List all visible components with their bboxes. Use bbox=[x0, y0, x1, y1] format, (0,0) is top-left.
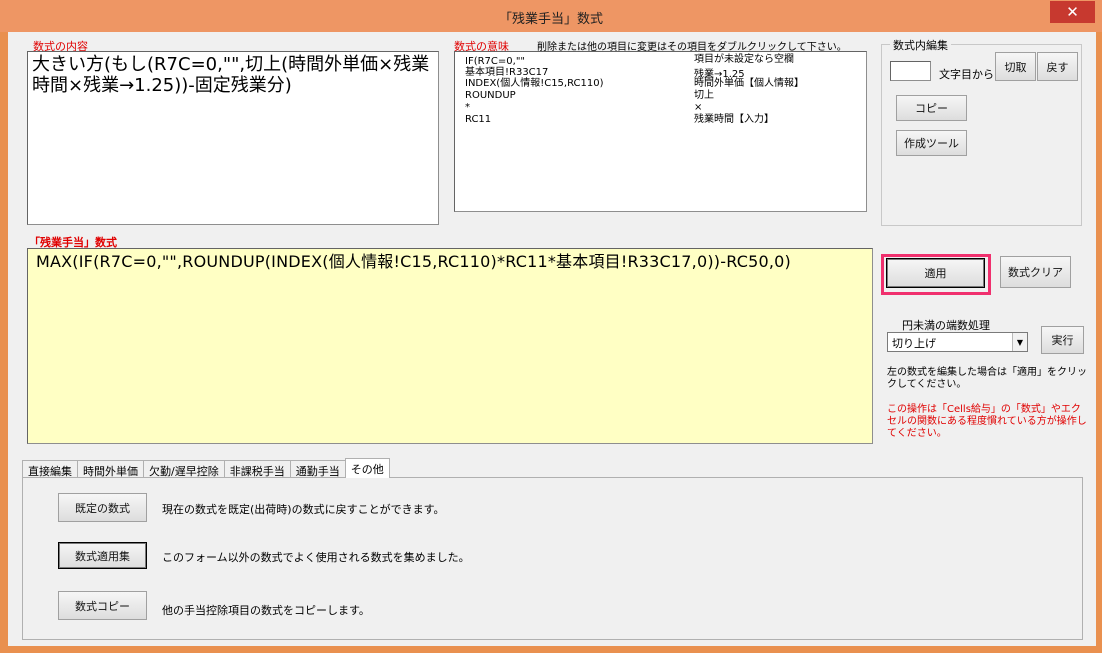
meaning-term[interactable]: 基本項目!R33C17 bbox=[465, 67, 548, 78]
formula-collection-button[interactable]: 数式適用集 bbox=[58, 542, 147, 569]
meaning-desc[interactable]: 時間外単価【個人情報】 bbox=[694, 78, 804, 89]
meaning-desc[interactable]: 切上 bbox=[694, 90, 714, 101]
default-formula-button[interactable]: 既定の数式 bbox=[58, 493, 147, 522]
close-icon[interactable]: ✕ bbox=[1050, 1, 1095, 23]
meaning-term[interactable]: IF(R7C=0,"" bbox=[465, 56, 525, 67]
tab-other[interactable]: その他 bbox=[344, 458, 390, 478]
meaning-term[interactable]: * bbox=[465, 102, 470, 113]
content-textarea[interactable]: 大きい方(もし(R7C=0,"",切上(時間外単価×残業時間×残業→1.25))… bbox=[27, 51, 439, 225]
meaning-term[interactable]: ROUNDUP bbox=[465, 90, 516, 101]
rounding-select[interactable]: 切り上げ ▼ bbox=[887, 332, 1028, 352]
dialog-client: 数式の内容 大きい方(もし(R7C=0,"",切上(時間外単価×残業時間×残業→… bbox=[8, 32, 1096, 646]
tab-panel-other: 既定の数式 現在の数式を既定(出荷時)の数式に戻すことができます。 数式適用集 … bbox=[22, 477, 1083, 640]
tab-bar: 直接編集 時間外単価 欠勤/遅早控除 非課税手当 通勤手当 その他 bbox=[22, 458, 390, 478]
apply-highlight bbox=[881, 254, 991, 295]
edit-group-title: 数式内編集 bbox=[890, 37, 951, 53]
default-formula-desc: 現在の数式を既定(出荷時)の数式に戻すことができます。 bbox=[162, 503, 445, 516]
tab-nontaxable-allowance[interactable]: 非課税手当 bbox=[223, 460, 291, 478]
char-position-label: 文字目から bbox=[939, 68, 994, 81]
meaning-list[interactable]: IF(R7C=0,"" 項目が未設定なら空欄 基本項目!R33C17 残業→1.… bbox=[454, 51, 867, 212]
copy-button[interactable]: コピー bbox=[896, 95, 967, 121]
create-tool-button[interactable]: 作成ツール bbox=[896, 130, 967, 156]
formula-collection-desc: このフォーム以外の数式でよく使用される数式を集めました。 bbox=[162, 551, 470, 564]
tab-direct-edit[interactable]: 直接編集 bbox=[22, 460, 78, 478]
meaning-term[interactable]: INDEX(個人情報!C15,RC110) bbox=[465, 78, 604, 89]
formula-copy-button[interactable]: 数式コピー bbox=[58, 591, 147, 620]
meaning-term[interactable]: RC11 bbox=[465, 114, 491, 125]
content-text: 大きい方(もし(R7C=0,"",切上(時間外単価×残業時間×残業→1.25))… bbox=[32, 54, 430, 96]
apply-note: 左の数式を編集した場合は「適用」をクリックしてください。 bbox=[887, 367, 1087, 390]
warning-note: この操作は「Cells給与」の「数式」やエクセルの関数にある程度慣れている方が操… bbox=[887, 404, 1087, 439]
rounding-value: 切り上げ bbox=[892, 337, 936, 350]
formula-text: MAX(IF(R7C=0,"",ROUNDUP(INDEX(個人情報!C15,R… bbox=[36, 252, 791, 271]
meaning-desc[interactable]: × bbox=[694, 102, 702, 113]
cut-button[interactable]: 切取 bbox=[995, 52, 1036, 81]
title-bar: 「残業手当」数式 ✕ bbox=[0, 0, 1102, 32]
rounding-label: 円未満の端数処理 bbox=[902, 319, 990, 332]
tab-absence-deduction[interactable]: 欠勤/遅早控除 bbox=[143, 460, 225, 478]
meaning-desc[interactable]: 残業時間【入力】 bbox=[694, 114, 774, 125]
meaning-desc[interactable]: 項目が未設定なら空欄 bbox=[694, 54, 794, 65]
window-title: 「残業手当」数式 bbox=[498, 12, 603, 27]
chevron-down-icon[interactable]: ▼ bbox=[1012, 333, 1027, 351]
formula-textarea[interactable]: MAX(IF(R7C=0,"",ROUNDUP(INDEX(個人情報!C15,R… bbox=[27, 248, 873, 444]
clear-formula-button[interactable]: 数式クリア bbox=[1000, 256, 1071, 288]
char-position-input[interactable] bbox=[890, 61, 931, 81]
undo-button[interactable]: 戻す bbox=[1037, 52, 1078, 81]
execute-button[interactable]: 実行 bbox=[1041, 326, 1084, 354]
tab-commute-allowance[interactable]: 通勤手当 bbox=[289, 460, 346, 478]
tab-overtime-rate[interactable]: 時間外単価 bbox=[77, 460, 144, 478]
formula-copy-desc: 他の手当控除項目の数式をコピーします。 bbox=[162, 604, 370, 617]
